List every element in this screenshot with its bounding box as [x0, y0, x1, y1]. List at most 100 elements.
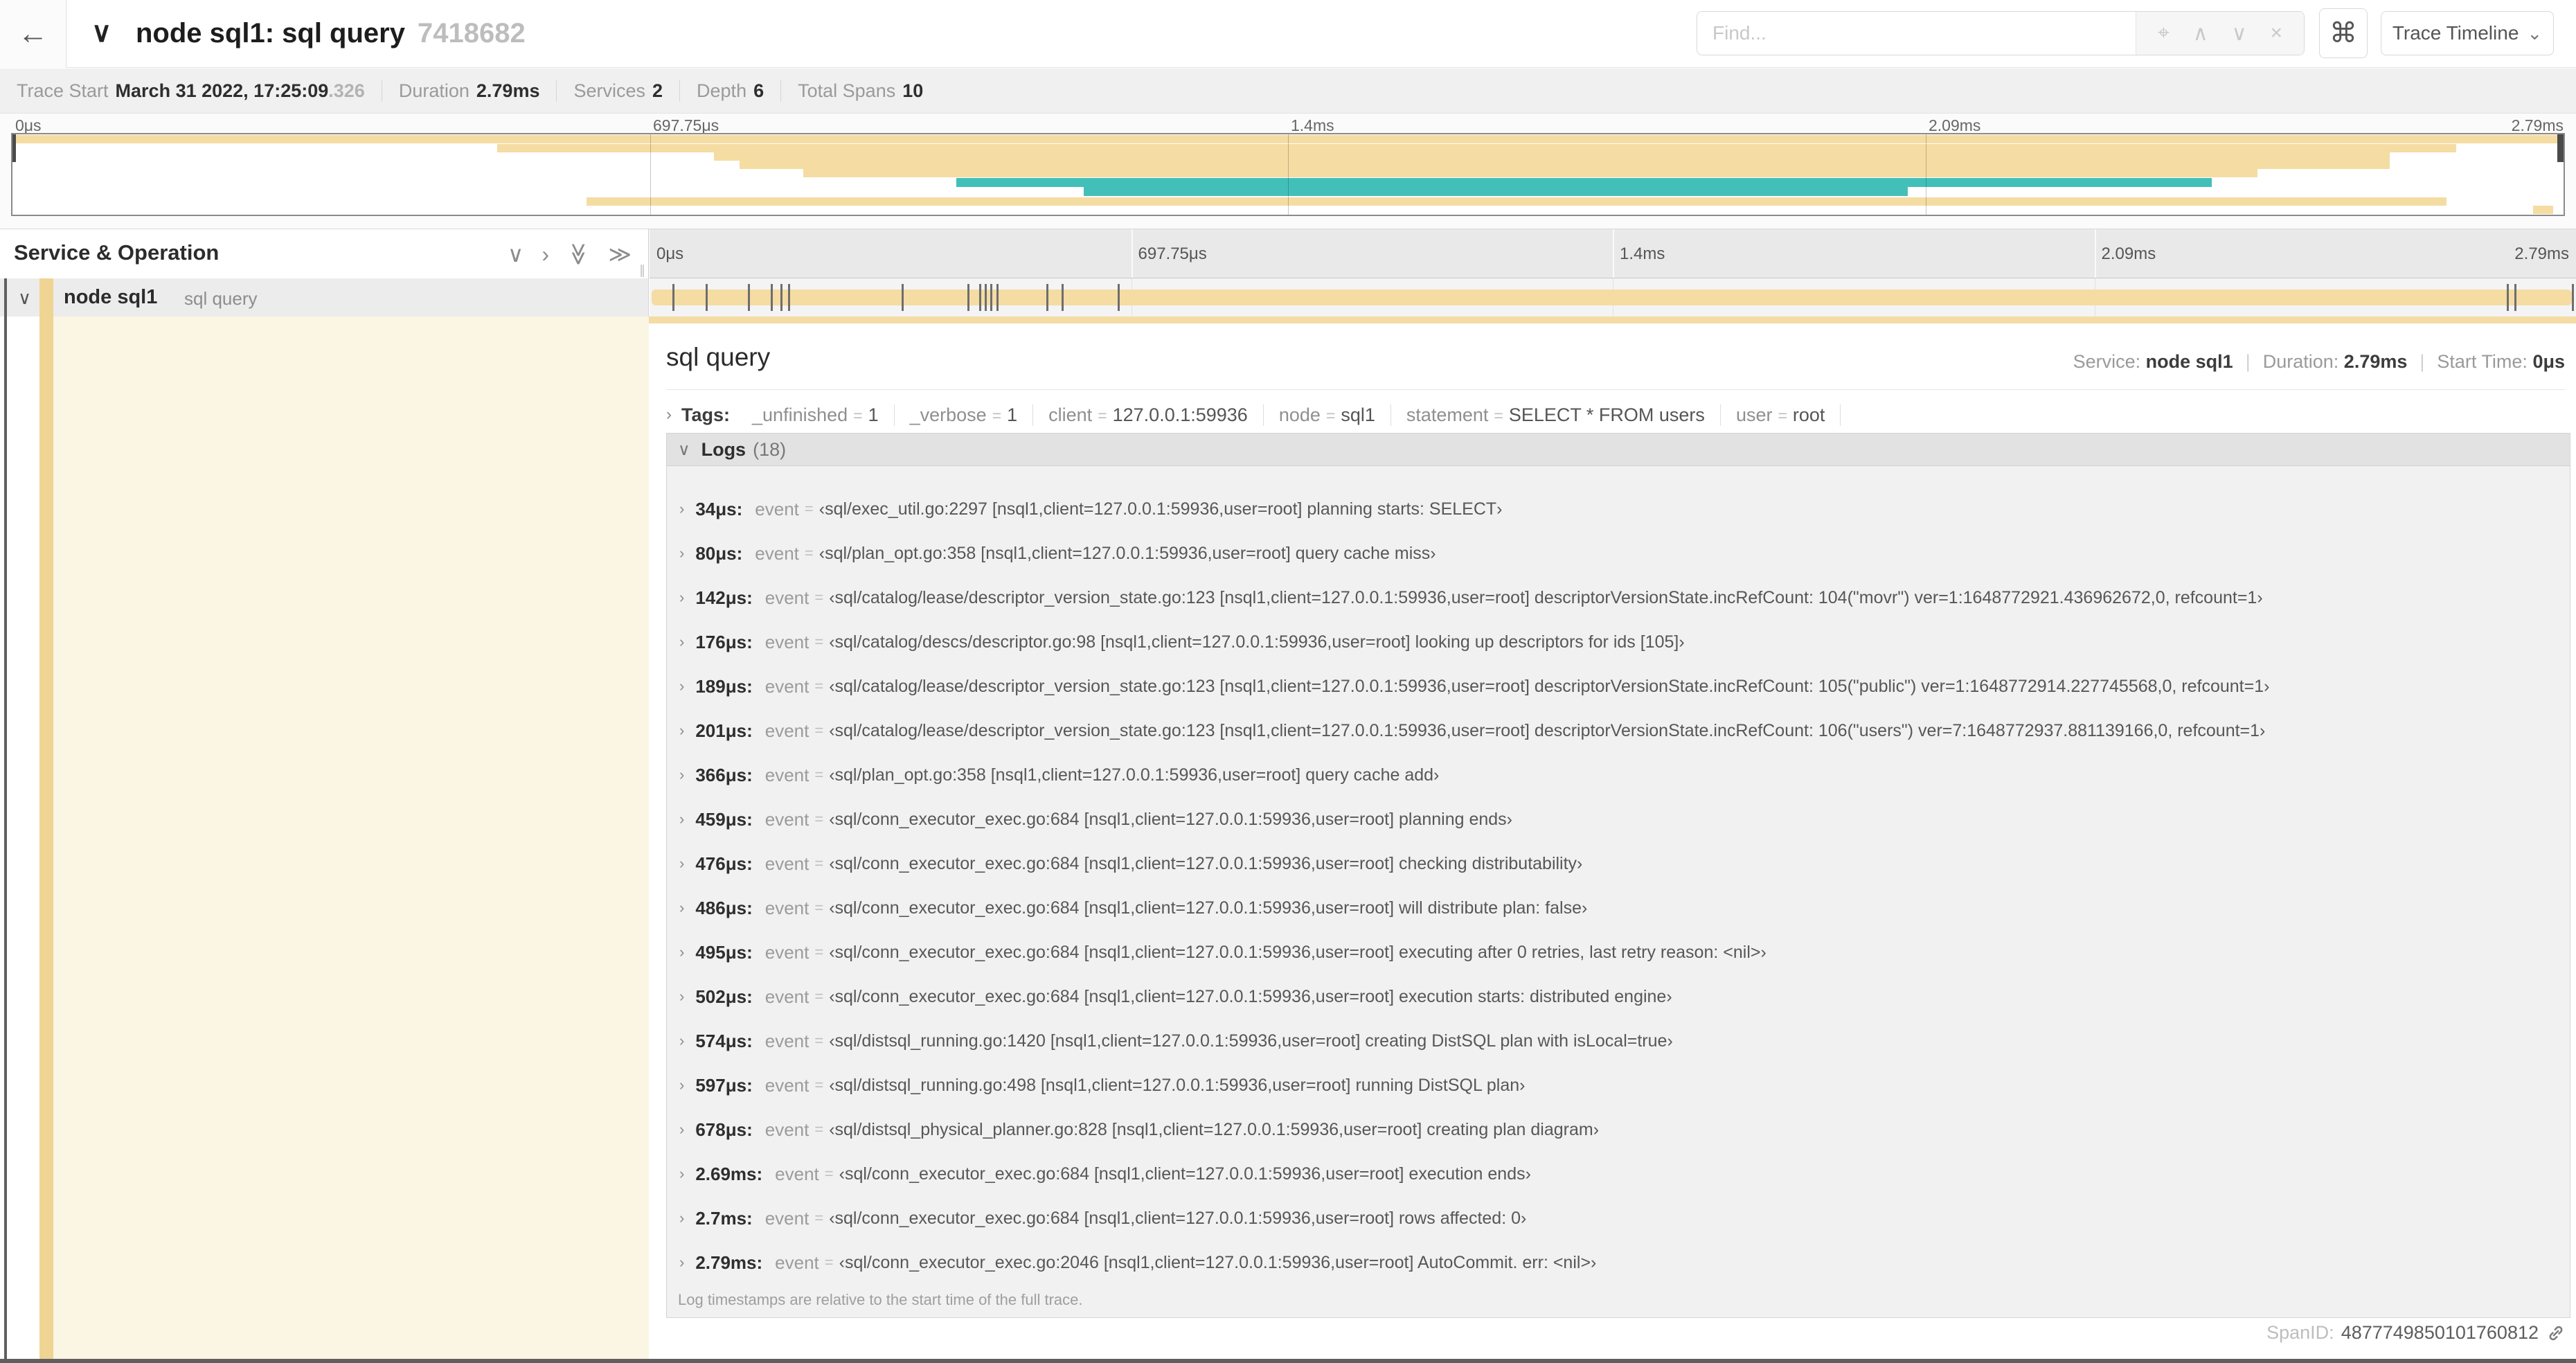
span-row-name-cell[interactable]: ∨ node sql1 sql query [0, 278, 649, 317]
minimap-span-bar [2532, 206, 2554, 214]
expand-all-icon[interactable]: ≫ [609, 242, 632, 267]
log-entry[interactable]: › 2.69ms: event = ‹sql/conn_executor_exe… [667, 1152, 2570, 1196]
chevron-right-icon: › [679, 1209, 685, 1227]
log-entry[interactable]: › 142μs: event = ‹sql/catalog/lease/desc… [667, 576, 2570, 620]
chevron-right-icon: › [679, 1032, 685, 1049]
chevron-right-icon: › [679, 855, 685, 872]
chevron-right-icon: › [679, 988, 685, 1005]
log-entry[interactable]: › 189μs: event = ‹sql/catalog/lease/desc… [667, 664, 2570, 709]
left-scrollbar[interactable] [4, 278, 7, 1359]
minimap-span-bar [739, 161, 2390, 169]
span-duration-bar[interactable] [652, 289, 2572, 305]
keyboard-shortcuts-button[interactable]: ⌘ [2319, 8, 2368, 58]
spanid-label: SpanID: [2266, 1322, 2334, 1343]
log-marker [780, 284, 783, 311]
service-color-stripe [39, 317, 53, 1363]
spanid-value: 4877749850101760812 [2341, 1322, 2539, 1343]
minimap-span-bar [714, 152, 2390, 161]
span-detail-panel: sql query Service: node sql1 | Duration: 2… [649, 317, 2576, 1354]
tag-pill: client = 127.0.0.1:59936 [1033, 404, 1264, 426]
log-entry[interactable]: › 176μs: event = ‹sql/catalog/descs/desc… [667, 620, 2570, 664]
copy-link-icon[interactable] [2546, 1323, 2566, 1344]
tick-label: 2.09ms [1929, 116, 1981, 134]
log-entry[interactable]: › 678μs: event = ‹sql/distsql_physical_p… [667, 1107, 2570, 1152]
expand-one-icon[interactable]: › [542, 242, 549, 267]
span-row[interactable]: ∨ node sql1 sql query [0, 278, 2576, 317]
chevron-right-icon: › [679, 899, 685, 916]
logs-section: ∨ Logs (18) › 34μs: event = ‹sql/exec_ut… [666, 433, 2570, 1318]
span-collapse-chevron-icon[interactable]: ∨ [18, 287, 31, 309]
minimap-span-bar [586, 197, 2447, 206]
tick-label: 697.75μs [653, 116, 719, 134]
service-operation-label: Service & Operation [14, 240, 220, 265]
back-arrow-icon: ← [17, 17, 48, 51]
span-row-timeline-cell[interactable] [650, 278, 2576, 317]
prev-match-icon[interactable]: ∧ [2193, 21, 2208, 46]
log-entry[interactable]: › 597μs: event = ‹sql/distsql_running.go… [667, 1063, 2570, 1107]
next-match-icon[interactable]: ∨ [2232, 21, 2247, 46]
timeline-ruler: 0μs 697.75μs 1.4ms 2.09ms 2.79ms [650, 229, 2576, 279]
clear-search-icon[interactable]: × [2271, 21, 2283, 45]
log-entry[interactable]: › 201μs: event = ‹sql/catalog/lease/desc… [667, 709, 2570, 753]
minimap-canvas[interactable] [11, 133, 2565, 216]
log-entry[interactable]: › 366μs: event = ‹sql/plan_opt.go:358 [n… [667, 753, 2570, 797]
minimap-span-bar [1084, 187, 1908, 196]
view-selector-button[interactable]: Trace Timeline ⌄ [2381, 11, 2554, 55]
find-bar: ⌖ ∧ ∨ × [1697, 11, 2305, 55]
minimap-right-scrubber[interactable] [2557, 134, 2564, 162]
divider [666, 389, 2565, 390]
log-entry[interactable]: › 2.7ms: event = ‹sql/conn_executor_exec… [667, 1196, 2570, 1240]
trace-minimap: 0μs 697.75μs 1.4ms 2.09ms 2.79ms [0, 114, 2576, 229]
logs-count: (18) [753, 438, 787, 460]
log-entry[interactable]: › 80μs: event = ‹sql/plan_opt.go:358 [ns… [667, 531, 2570, 576]
log-entry[interactable]: › 486μs: event = ‹sql/conn_executor_exec… [667, 886, 2570, 930]
trace-id: 7418682 [417, 18, 526, 48]
tick-label: 2.09ms [2101, 244, 2156, 263]
chevron-right-icon: › [679, 1076, 685, 1094]
chevron-down-icon: ⌄ [2527, 22, 2543, 44]
logs-section-toggle[interactable]: ∨ Logs (18) [667, 434, 2570, 466]
trace-stat: Duration 2.79ms [381, 80, 557, 102]
trace-timeline-page: ← ∨ node sql1: sql query7418682 ⌖ ∧ ∨ × ⌘ T… [0, 0, 2576, 1363]
back-button[interactable]: ← [0, 0, 66, 68]
log-entry[interactable]: › 34μs: event = ‹sql/exec_util.go:2297 [… [667, 487, 2570, 531]
trace-collapse-chevron-icon[interactable]: ∨ [91, 17, 111, 48]
log-entry[interactable]: › 459μs: event = ‹sql/conn_executor_exec… [667, 797, 2570, 841]
service-tint-background [53, 317, 649, 1363]
locate-icon[interactable]: ⌖ [2158, 21, 2170, 45]
minimap-left-scrubber[interactable] [12, 134, 16, 162]
start-time-label: Start Time: [2437, 351, 2528, 372]
collapse-all-icon[interactable]: ≫ [566, 242, 591, 266]
log-entry[interactable]: › 502μs: event = ‹sql/conn_executor_exec… [667, 974, 2570, 1019]
log-entry[interactable]: › 2.79ms: event = ‹sql/conn_executor_exe… [667, 1240, 2570, 1285]
chevron-right-icon: › [666, 405, 672, 424]
log-entry[interactable]: › 574μs: event = ‹sql/distsql_running.go… [667, 1019, 2570, 1063]
tick-label: 2.79ms [2511, 116, 2564, 134]
chevron-right-icon: › [679, 544, 685, 562]
span-detail-left-column [0, 317, 649, 1363]
service-color-stripe [39, 278, 53, 317]
column-resizer-handle[interactable]: ∥ [639, 263, 647, 278]
logs-footnote: Log timestamps are relative to the start… [678, 1291, 1083, 1308]
span-detail-meta: Service: node sql1 | Duration: 2.79ms | Star… [2073, 351, 2565, 372]
ruler-gridline [1131, 229, 1133, 278]
log-marker [2514, 284, 2516, 311]
tags-section-toggle[interactable]: › Tags: _unfinished = 1 _verbose = 1 client = 12… [666, 400, 1841, 430]
tag-pill: statement = SELECT * FROM users [1391, 404, 1721, 426]
chevron-right-icon: › [679, 766, 685, 783]
span-detail-accent-border [649, 317, 2576, 323]
log-marker [705, 284, 708, 311]
trace-stat: Total Spans 10 [780, 80, 940, 102]
tick-label: 1.4ms [1291, 116, 1334, 134]
tick-label: 1.4ms [1620, 244, 1665, 263]
log-marker [1118, 284, 1120, 311]
chevron-right-icon: › [679, 722, 685, 739]
find-controls: ⌖ ∧ ∨ × [2136, 12, 2304, 55]
chevron-right-icon: › [679, 633, 685, 650]
collapse-one-icon[interactable]: ∨ [508, 242, 524, 267]
log-entry[interactable]: › 495μs: event = ‹sql/conn_executor_exec… [667, 930, 2570, 974]
chevron-down-icon: ∨ [678, 440, 690, 459]
log-marker [2572, 284, 2575, 311]
log-entry[interactable]: › 476μs: event = ‹sql/conn_executor_exec… [667, 841, 2570, 886]
find-input[interactable] [1697, 12, 2136, 55]
